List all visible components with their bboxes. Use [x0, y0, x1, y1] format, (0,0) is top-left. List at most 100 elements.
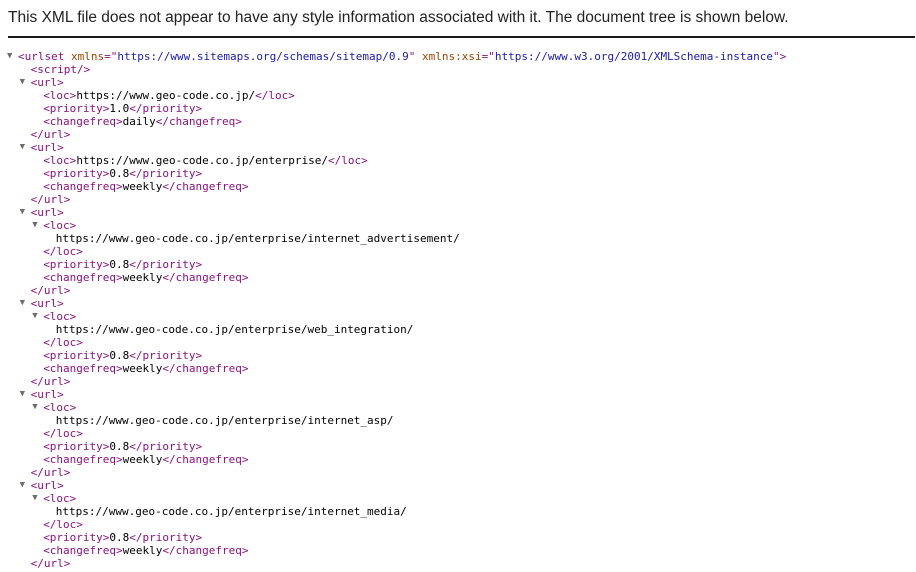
- xml-tree-line-content: </loc>: [43, 518, 83, 531]
- xml-tree-line: </url>: [0, 284, 916, 297]
- collapse-triangle-icon[interactable]: ▼: [32, 492, 42, 505]
- xml-tree-line-content: <loc>: [43, 219, 76, 232]
- xml-tag: <priority>: [43, 349, 110, 362]
- collapse-triangle-icon[interactable]: ▼: [20, 206, 30, 219]
- xml-tag: <loc>: [43, 219, 77, 232]
- xml-tree-line: </loc>: [0, 336, 916, 349]
- xml-tag: <priority>: [43, 167, 110, 180]
- xml-tree-line: <changefreq>weekly</changefreq>: [0, 362, 916, 375]
- xml-tree-line: </loc>: [0, 427, 916, 440]
- xml-tree-line-content: <loc>: [43, 401, 76, 414]
- xml-tree-line: </loc>: [0, 518, 916, 531]
- xml-tree-line-content: <url>: [31, 479, 64, 492]
- collapse-triangle-icon[interactable]: ▼: [20, 76, 30, 89]
- xml-tag: <loc>: [43, 89, 77, 102]
- xml-tree-line-content: <url>: [31, 297, 64, 310]
- xml-tree-line[interactable]: ▼ <url>: [0, 479, 916, 492]
- xml-tree-line-content: https://www.geo-code.co.jp/enterprise/in…: [56, 414, 394, 427]
- xml-tree-line[interactable]: ▼ <url>: [0, 388, 916, 401]
- xml-text-node: 1.0: [109, 102, 130, 115]
- collapse-triangle-icon[interactable]: ▼: [32, 310, 42, 323]
- xml-text-node: 0.8: [109, 167, 130, 180]
- xml-tag: </priority>: [129, 440, 203, 453]
- xml-tag: <priority>: [43, 440, 110, 453]
- xml-tag: <changefreq>: [43, 115, 123, 128]
- xml-tag: </loc>: [327, 154, 368, 167]
- xml-tree-line-content: <url>: [31, 206, 64, 219]
- collapse-triangle-icon[interactable]: ▼: [32, 401, 42, 414]
- xml-text-node: https://www.geo-code.co.jp/enterprise/: [76, 154, 328, 167]
- xml-tree-line: <priority>1.0</priority>: [0, 102, 916, 115]
- xml-text-node: https://www.geo-code.co.jp/: [76, 89, 256, 102]
- xml-tag: </priority>: [129, 167, 203, 180]
- xml-tree-line[interactable]: ▼ <loc>: [0, 492, 916, 505]
- collapse-triangle-icon[interactable]: ▼: [20, 297, 30, 310]
- xml-text-node: https://www.geo-code.co.jp/enterprise/in…: [55, 414, 394, 427]
- xml-tag: <url>: [30, 141, 64, 154]
- xml-text-node: 0.8: [109, 440, 130, 453]
- xml-tag: </changefreq>: [162, 362, 249, 375]
- xml-document-tree: ▼ <urlset xmlns="https://www.sitemaps.org…: [0, 50, 916, 570]
- xml-tree-line: <priority>0.8</priority>: [0, 167, 916, 180]
- xml-tag: <url>: [30, 388, 64, 401]
- xml-tree-line[interactable]: ▼ <url>: [0, 141, 916, 154]
- xml-tree-line[interactable]: ▼ <loc>: [0, 219, 916, 232]
- xml-tag: <urlset: [18, 50, 71, 63]
- xml-tree-line-content: </url>: [31, 284, 71, 297]
- xml-tag: <loc>: [43, 492, 77, 505]
- xml-tag: <changefreq>: [43, 544, 123, 557]
- xml-tag: </priority>: [129, 258, 203, 271]
- xml-tag: </url>: [30, 557, 71, 570]
- xml-tree-line[interactable]: ▼ <url>: [0, 206, 916, 219]
- xml-text-node: weekly: [122, 362, 163, 375]
- collapse-triangle-icon[interactable]: ▼: [20, 388, 30, 401]
- collapse-triangle-icon[interactable]: ▼: [20, 141, 30, 154]
- no-style-info-banner: This XML file does not appear to have an…: [8, 9, 789, 26]
- xml-text-node: 0.8: [109, 258, 130, 271]
- xml-tree-line[interactable]: ▼ <loc>: [0, 401, 916, 414]
- xml-tag: <loc>: [43, 401, 77, 414]
- xml-tree-line[interactable]: ▼ <urlset xmlns="https://www.sitemaps.org…: [0, 50, 916, 63]
- xml-text-node: 0.8: [109, 531, 130, 544]
- xml-tree-line: </url>: [0, 557, 916, 570]
- xml-tree-line-content: <url>: [31, 141, 64, 154]
- collapse-triangle-icon[interactable]: ▼: [32, 219, 42, 232]
- xml-tag: <url>: [30, 297, 64, 310]
- xml-tree-line-content: <loc>: [43, 492, 76, 505]
- xml-tree-line-content: <changefreq>weekly</changefreq>: [43, 180, 248, 193]
- xml-text-node: weekly: [122, 544, 163, 557]
- xml-tree-line-content: https://www.geo-code.co.jp/enterprise/we…: [56, 323, 414, 336]
- xml-tag: </changefreq>: [155, 115, 242, 128]
- xml-tree-line-content: <priority>0.8</priority>: [43, 349, 202, 362]
- xml-tag: <changefreq>: [43, 453, 123, 466]
- collapse-triangle-icon[interactable]: ▼: [20, 479, 30, 492]
- xml-tree-line-content: <script/>: [31, 63, 91, 76]
- xml-tree-line: https://www.geo-code.co.jp/enterprise/in…: [0, 505, 916, 518]
- xml-tree-line-content: </loc>: [43, 427, 83, 440]
- xml-tag: </priority>: [129, 349, 203, 362]
- xml-text-node: weekly: [122, 453, 163, 466]
- xml-text-node: https://www.geo-code.co.jp/enterprise/we…: [55, 323, 414, 336]
- xml-tree-line-content: </loc>: [43, 336, 83, 349]
- xml-tree-line[interactable]: ▼ <loc>: [0, 310, 916, 323]
- xml-tag: <priority>: [43, 102, 110, 115]
- xml-tag: </url>: [30, 284, 71, 297]
- xml-tree-line[interactable]: ▼ <url>: [0, 76, 916, 89]
- xml-tree-line-content: </url>: [31, 466, 71, 479]
- xml-tag: <changefreq>: [43, 180, 123, 193]
- xml-tag: =": [104, 50, 118, 63]
- xml-tag: </priority>: [129, 102, 203, 115]
- xml-tree-line-content: <changefreq>weekly</changefreq>: [43, 544, 248, 557]
- xml-tag: </loc>: [43, 518, 83, 531]
- xml-tree-line: <script/>: [0, 63, 916, 76]
- xml-tag: <script/>: [30, 63, 91, 76]
- xml-tree-line: <priority>0.8</priority>: [0, 531, 916, 544]
- xml-tree-line: </loc>: [0, 245, 916, 258]
- xml-tree-line[interactable]: ▼ <url>: [0, 297, 916, 310]
- xml-tree-line-content: <priority>0.8</priority>: [43, 440, 202, 453]
- collapse-triangle-icon[interactable]: ▼: [7, 50, 17, 63]
- xml-tree-line: https://www.geo-code.co.jp/enterprise/in…: [0, 232, 916, 245]
- xml-tag: <priority>: [43, 258, 110, 271]
- xml-tree-line-content: <priority>0.8</priority>: [43, 531, 202, 544]
- xml-text-node: 0.8: [109, 349, 130, 362]
